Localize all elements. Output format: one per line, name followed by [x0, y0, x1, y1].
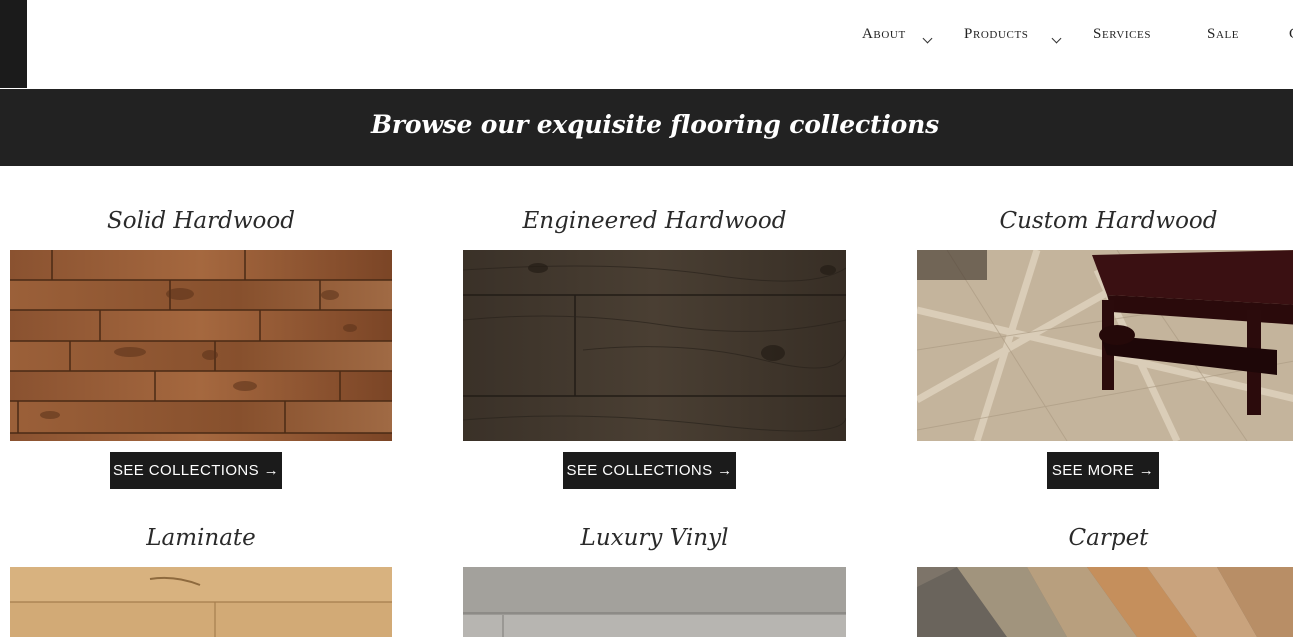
card-title-engineered-hardwood: Engineered Hardwood	[522, 208, 787, 234]
card-title-custom-hardwood: Custom Hardwood	[999, 208, 1218, 234]
nav-item-products[interactable]: Products	[964, 26, 1062, 44]
carpet-image[interactable]	[917, 567, 1293, 637]
card-title-solid-hardwood: Solid Hardwood	[107, 208, 295, 234]
nav-item-contact[interactable]: C	[1289, 26, 1293, 43]
nav-item-label: Services	[1093, 26, 1152, 42]
nav-item-services[interactable]: Services	[1093, 26, 1151, 43]
logo[interactable]	[0, 0, 27, 88]
nav-item-label: Products	[964, 26, 1029, 42]
luxury-vinyl-image[interactable]	[463, 567, 846, 637]
card-title-carpet: Carpet	[1068, 525, 1149, 551]
card-title-laminate: Laminate	[146, 525, 256, 551]
engineered-hardwood-image[interactable]	[463, 250, 846, 441]
banner-title: Browse our exquisite flooring collection…	[370, 110, 940, 139]
see-collections-button[interactable]: SEE COLLECTIONS →	[110, 452, 282, 489]
chevron-down-icon	[1051, 33, 1062, 44]
nav-item-label: About	[862, 26, 906, 42]
chevron-down-icon	[922, 33, 933, 44]
see-collections-button[interactable]: SEE COLLECTIONS →	[563, 452, 736, 489]
custom-hardwood-image[interactable]	[917, 250, 1293, 441]
collections-banner: Browse our exquisite flooring collection…	[0, 89, 1293, 166]
card-title-luxury-vinyl: Luxury Vinyl	[580, 525, 729, 551]
nav-item-about[interactable]: About	[862, 26, 933, 44]
see-more-button[interactable]: SEE MORE →	[1047, 452, 1159, 489]
site-header: About Products Services Sale C	[0, 0, 1293, 89]
solid-hardwood-image[interactable]	[10, 250, 392, 441]
laminate-image[interactable]	[10, 567, 392, 637]
nav-item-label: C	[1289, 26, 1293, 42]
nav-item-sale[interactable]: Sale	[1207, 26, 1239, 43]
nav-item-label: Sale	[1207, 26, 1240, 42]
